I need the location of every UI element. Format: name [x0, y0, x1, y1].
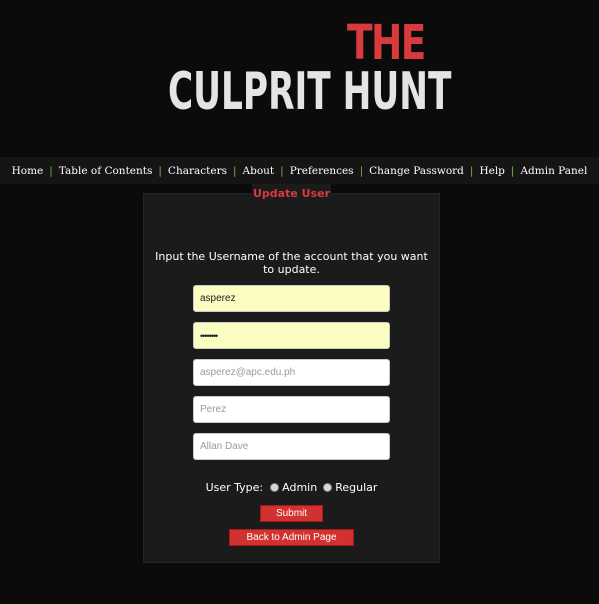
panel-title: Update User: [252, 184, 331, 203]
nav-separator: |: [49, 164, 53, 177]
nav-preferences[interactable]: Preferences: [290, 165, 354, 177]
nav-change-password[interactable]: Change Password: [369, 165, 464, 177]
main-nav: Home | Table of Contents | Characters | …: [0, 157, 599, 184]
back-to-admin-button[interactable]: Back to Admin Page: [229, 529, 354, 546]
nav-separator: |: [510, 164, 515, 177]
first-name-input[interactable]: [193, 433, 390, 460]
nav-separator: |: [280, 164, 284, 177]
logo: THE CULPRIT HUNT: [0, 0, 599, 150]
nav-about[interactable]: About: [243, 165, 275, 177]
instructions-text: Input the Username of the account that y…: [155, 250, 428, 276]
password-input[interactable]: [193, 322, 390, 349]
regular-radio[interactable]: [323, 483, 333, 492]
nav-separator: |: [469, 164, 474, 177]
user-type-label: User Type:: [205, 481, 264, 494]
username-input[interactable]: [193, 285, 390, 312]
admin-radio[interactable]: [270, 483, 280, 492]
last-name-input[interactable]: [193, 396, 390, 423]
nav-table-of-contents[interactable]: Table of Contents: [59, 165, 153, 177]
user-type-group: User Type: Admin Regular: [143, 481, 440, 494]
email-input[interactable]: [193, 359, 390, 386]
nav-admin-panel[interactable]: Admin Panel: [520, 165, 587, 177]
regular-radio-label: Regular: [335, 481, 378, 494]
nav-bar: Home | Table of Contents | Characters | …: [0, 157, 599, 184]
nav-separator: |: [232, 164, 237, 177]
nav-separator: |: [158, 164, 162, 177]
nav-home[interactable]: Home: [12, 165, 44, 177]
nav-help[interactable]: Help: [479, 165, 504, 177]
submit-button[interactable]: Submit: [260, 505, 323, 522]
nav-separator: |: [359, 164, 364, 177]
admin-radio-label: Admin: [282, 481, 318, 494]
logo-title-text: CULPRIT HUNT: [168, 62, 452, 122]
nav-characters[interactable]: Characters: [168, 165, 227, 177]
